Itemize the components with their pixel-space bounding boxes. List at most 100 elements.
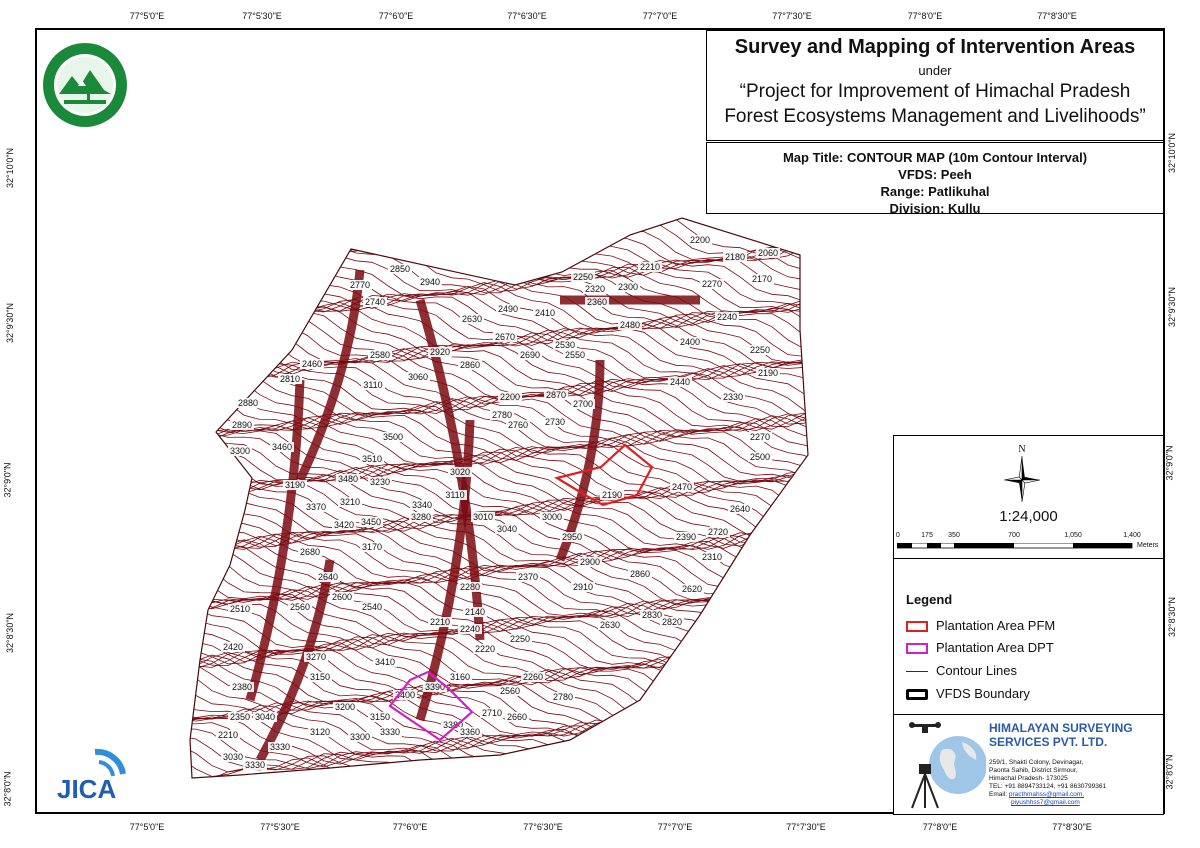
address-line: Himachal Pradesh- 173025 (989, 775, 1068, 782)
contour-label: 3110 (445, 490, 464, 500)
legend-label: Plantation Area PFM (936, 618, 1056, 633)
contour-label: 2860 (460, 360, 480, 370)
legend-label: VFDS Boundary (936, 686, 1030, 701)
contour-label: 3460 (272, 442, 292, 452)
contour-label: 2270 (750, 432, 770, 442)
contour-label: 2760 (508, 420, 528, 430)
legend-item-dpt: Plantation Area DPT (906, 639, 1054, 657)
contour-label: 2780 (553, 692, 573, 702)
contour-label: 2260 (523, 672, 543, 682)
contour-label: 2510 (230, 604, 250, 614)
contour-label: 3280 (411, 512, 431, 522)
contour-label: 2490 (498, 304, 518, 314)
company-line-2: SERVICES PVT. LTD. (989, 735, 1108, 749)
contour-label: 2740 (365, 297, 385, 307)
contour-label: 3060 (408, 372, 428, 382)
contour-label: 3190 (285, 480, 305, 490)
contour-label: 2920 (430, 347, 450, 357)
contour-label: 2210 (640, 262, 660, 272)
company-name: HIMALAYAN SURVEYING SERVICES PVT. LTD. (989, 721, 1133, 749)
contour-label: 2900 (580, 557, 600, 567)
contour-label: 2200 (690, 235, 710, 245)
jica-icon: JICA (57, 748, 126, 804)
contour-label: 2770 (350, 280, 370, 290)
contour-label: 2240 (717, 312, 737, 322)
address-line: 259/1, Shakti Colony, Devinagar, (989, 759, 1084, 766)
contour-label: 2350 (230, 712, 250, 722)
contour-label: 2860 (630, 569, 650, 579)
email-label: Email: (989, 791, 1008, 798)
divider (894, 714, 1163, 715)
contour-label: 2700 (573, 399, 593, 409)
contour-label: 2640 (730, 504, 750, 514)
legend-item-contour: Contour Lines (906, 662, 1017, 680)
contour-label: 2250 (750, 345, 770, 355)
contour-label: 2250 (573, 272, 593, 282)
contour-label: 3330 (380, 727, 400, 737)
scale-tick-label: 350 (948, 532, 960, 539)
contour-label: 2560 (290, 602, 310, 612)
contour-label: 2310 (702, 552, 722, 562)
contour-label: 2480 (620, 320, 640, 330)
contour-label: 3370 (306, 502, 326, 512)
contour-label: 3230 (370, 477, 390, 487)
contour-label: 2910 (573, 582, 593, 592)
contour-label: 2730 (545, 417, 565, 427)
contour-label: 2280 (460, 582, 480, 592)
contour-label: 3030 (223, 752, 243, 762)
contour-label: 3270 (306, 652, 326, 662)
contour-label: 3200 (335, 702, 355, 712)
scale-tick-label: 1,400 (1123, 532, 1141, 539)
contour-label: 2530 (555, 340, 575, 350)
contour-label: 2870 (546, 390, 566, 400)
project-line-1: “Project for Improvement of Himachal Pra… (739, 81, 1131, 102)
contour-label: 2210 (218, 730, 238, 740)
info-box: Map Title: CONTOUR MAP (10m Contour Inte… (706, 142, 1164, 216)
contour-label: 2410 (535, 308, 555, 318)
vfds-swatch (906, 689, 928, 701)
project-line-2: Forest Ecosystems Management and Livelih… (724, 106, 1146, 127)
contour-label: 2420 (223, 642, 243, 652)
north-arrow: N (1002, 444, 1042, 504)
map-heading: Survey and Mapping of Intervention Areas (734, 36, 1136, 58)
contour-label: 2880 (238, 398, 258, 408)
contour-label: 2470 (672, 482, 692, 492)
contour-label: 3000 (542, 512, 562, 522)
contour-label: 2550 (565, 350, 585, 360)
contour-label: 3210 (340, 497, 360, 507)
division-name: Division: Kullu (889, 201, 981, 216)
jica-wordmark: JICA (57, 774, 116, 804)
contour-label: 2330 (723, 392, 743, 402)
contour-label: 2810 (280, 374, 300, 384)
globe-tripod-icon (909, 722, 987, 809)
contour-label: 2370 (518, 572, 538, 582)
contour-label: 3330 (270, 742, 290, 752)
contour-label: 2270 (702, 279, 722, 289)
contour-label: 2460 (302, 359, 322, 369)
contour-label: 2300 (618, 282, 638, 292)
legend-item-pfm: Plantation Area PFM (906, 617, 1055, 635)
email-link[interactable]: practhmahss@gmail.com, (1009, 791, 1084, 798)
title-under: under (918, 63, 952, 78)
contour-label: 2540 (362, 602, 382, 612)
contour-label: 3300 (230, 446, 250, 456)
contour-label: 2500 (750, 452, 770, 462)
company-logo (900, 720, 987, 812)
contour-label: 3450 (361, 517, 381, 527)
contour-label: 2390 (676, 532, 696, 542)
contour-label: 3110 (363, 380, 382, 390)
contour-label: 2830 (642, 610, 662, 620)
company-line-1: HIMALAYAN SURVEYING (989, 721, 1133, 735)
contour-label: 3020 (450, 467, 470, 477)
contour-label: 2180 (725, 252, 745, 262)
contour-label: 2820 (662, 617, 682, 627)
contour-label: 2950 (562, 532, 582, 542)
contour-label: 2200 (500, 392, 520, 402)
contour-label: 2940 (420, 277, 440, 287)
legend-label: Plantation Area DPT (936, 640, 1054, 655)
contour-label: 3410 (375, 657, 395, 667)
contour-label: 3340 (412, 500, 432, 510)
scale-unit: Meters (1137, 542, 1159, 549)
email-link[interactable]: piyushhss7@gmail.com (1011, 799, 1080, 806)
contour-label: 2380 (232, 682, 252, 692)
